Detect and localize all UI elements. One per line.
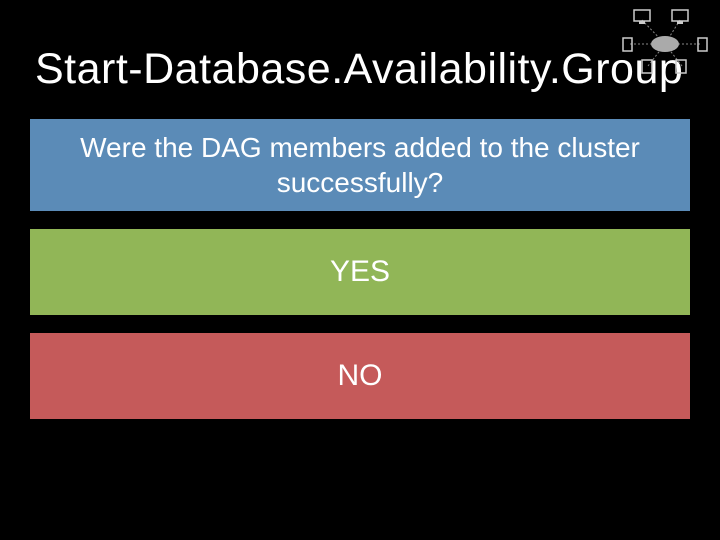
question-text: Were the DAG members added to the cluste… bbox=[70, 130, 650, 200]
yes-button[interactable]: YES bbox=[30, 229, 690, 315]
yes-label: YES bbox=[330, 255, 390, 289]
page-title: Start-Database.Availability.Group bbox=[0, 0, 720, 94]
question-panel: Were the DAG members added to the cluste… bbox=[30, 119, 690, 211]
no-label: NO bbox=[338, 359, 383, 393]
no-button[interactable]: NO bbox=[30, 333, 690, 419]
panel-container: Were the DAG members added to the cluste… bbox=[0, 94, 720, 419]
network-topology-icon bbox=[620, 6, 710, 76]
